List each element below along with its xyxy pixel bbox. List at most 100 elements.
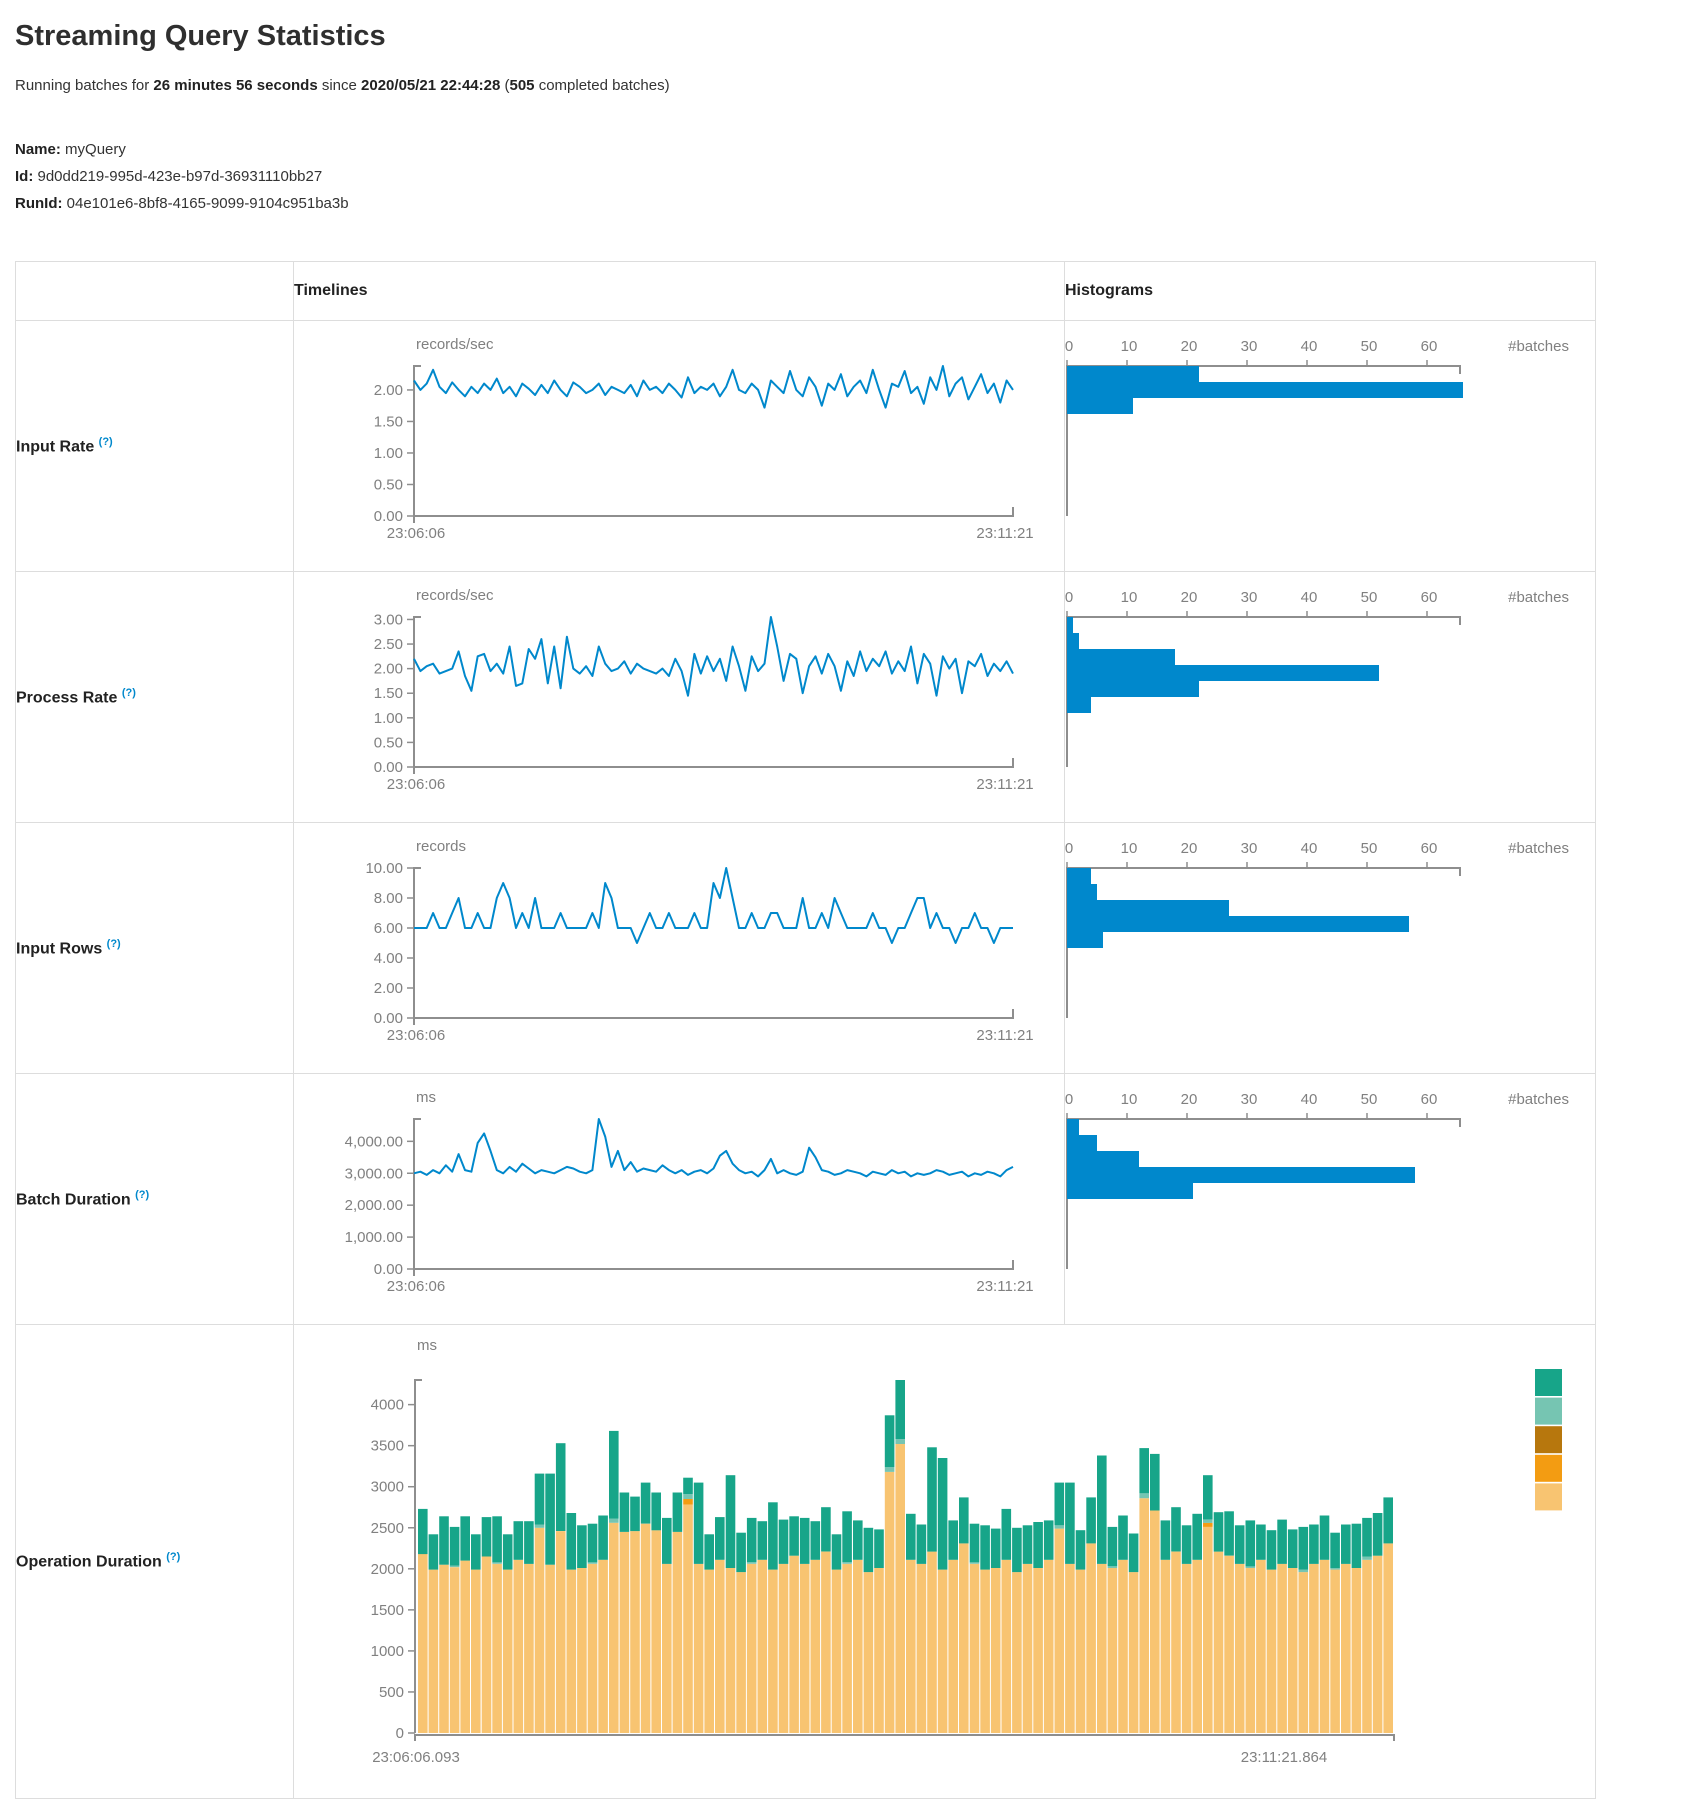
stacked-bar-segment [1373, 1556, 1383, 1733]
stacked-bar-segment [1362, 1518, 1372, 1557]
batches-axis-label: #batches [1508, 1091, 1569, 1108]
stacked-bar-segment [1139, 1493, 1149, 1498]
legend-swatch[interactable] [1535, 1398, 1562, 1425]
legend-swatch[interactable] [1535, 1369, 1562, 1396]
x-end-label: 23:11:21 [976, 1027, 1033, 1044]
stacked-bar-segment [715, 1560, 725, 1733]
stacked-bar-segment [1023, 1525, 1033, 1564]
stacked-bar-segment [1055, 1483, 1065, 1526]
help-icon[interactable]: (?) [107, 938, 121, 950]
y-axis [414, 868, 421, 1018]
stacked-bar-segment [1097, 1456, 1107, 1564]
stacked-bar-segment [492, 1516, 502, 1562]
stacked-bar-segment [651, 1530, 661, 1733]
header-timelines: Timelines [294, 262, 1065, 321]
row-label: Process Rate [16, 689, 117, 706]
stacked-bar-segment [545, 1565, 555, 1733]
stacked-bar-segment [1139, 1448, 1149, 1493]
help-icon[interactable]: (?) [99, 436, 113, 448]
stacked-bar-segment [1235, 1525, 1245, 1564]
stacked-bar-segment [1129, 1534, 1139, 1573]
y-tick-label: 1.00 [374, 445, 403, 462]
timeline-cell: records0.002.004.006.008.0010.0023:06:06… [294, 823, 1065, 1074]
stacked-bar-segment [1288, 1529, 1298, 1568]
stacked-bar-segment [885, 1472, 895, 1733]
stacked-bar-segment [524, 1521, 534, 1564]
help-icon[interactable]: (?) [135, 1189, 149, 1201]
stacked-bar-segment [482, 1517, 492, 1556]
histogram-bar [1067, 884, 1097, 900]
row-label-cell: Operation Duration (?) [16, 1325, 294, 1799]
stacked-bar-segment [588, 1524, 598, 1563]
stacked-bar-segment [1277, 1520, 1287, 1564]
stacked-bar-segment [556, 1531, 566, 1733]
stacked-bar-segment [673, 1493, 683, 1532]
stacked-bar-segment [1203, 1520, 1213, 1523]
help-icon[interactable]: (?) [166, 1551, 180, 1563]
stacked-bar-segment [811, 1521, 821, 1560]
stacked-bar-segment [1012, 1572, 1022, 1733]
help-icon[interactable]: (?) [122, 687, 136, 699]
stacked-bar-segment [429, 1534, 439, 1569]
timeline-line [414, 617, 1013, 696]
stacked-bar-segment [450, 1567, 460, 1733]
stacked-bar-segment [1277, 1564, 1287, 1733]
stacked-bar-segment [1341, 1564, 1351, 1733]
histogram-cell: 0102030405060#batches [1065, 823, 1596, 1074]
stacked-bar-segment [1330, 1570, 1340, 1733]
stacked-bar-segment [1256, 1560, 1266, 1733]
stacked-bar-segment [736, 1533, 746, 1572]
stacked-bar-segment [842, 1564, 852, 1733]
stacked-bar-segment [1373, 1513, 1383, 1556]
stacked-bar-segment [535, 1474, 545, 1525]
x-tick-label: 40 [1301, 1091, 1318, 1108]
histogram-chart: 0102030405060#batches [1065, 823, 1595, 1073]
legend-swatch[interactable] [1535, 1483, 1562, 1510]
legend-swatch[interactable] [1535, 1426, 1562, 1453]
stacked-bar-segment [1065, 1483, 1075, 1564]
y-tick-label: 0.00 [374, 759, 403, 776]
x-tick-label: 0 [1065, 589, 1073, 606]
legend-swatch[interactable] [1535, 1455, 1562, 1482]
stacked-bar-segment [1192, 1514, 1202, 1560]
stacked-bar-segment [1246, 1520, 1256, 1566]
x-tick-label: 60 [1421, 840, 1438, 857]
histogram-bar [1067, 665, 1379, 681]
stacked-bar-segment [885, 1415, 895, 1467]
stacked-bar-segment [832, 1534, 842, 1569]
stacked-bar-segment [959, 1497, 969, 1543]
x-start-label: 23:06:06 [387, 1278, 445, 1295]
stacked-bar-segment [1076, 1530, 1086, 1569]
query-id-value: 9d0dd219-995d-423e-b97d-36931110bb27 [38, 168, 323, 185]
histogram-chart: 0102030405060#batches [1065, 572, 1595, 822]
x-tick-label: 30 [1241, 1091, 1258, 1108]
stacked-bar-segment [482, 1557, 492, 1734]
stacked-bar-segment [1150, 1454, 1160, 1511]
stacked-bar-segment [1214, 1552, 1224, 1733]
stacked-bar-segment [1097, 1564, 1107, 1733]
summary-batch-count: 505 [510, 77, 535, 94]
stacked-bar-segment [1320, 1560, 1330, 1733]
y-tick-label: 0.00 [374, 1010, 403, 1027]
histogram-bar [1067, 900, 1229, 916]
y-tick-label: 3,000.00 [345, 1165, 403, 1182]
query-id-row: Id: 9d0dd219-995d-423e-b97d-36931110bb27 [15, 163, 1693, 190]
stacked-bar-segment [439, 1516, 449, 1564]
x-tick-label: 0 [1065, 840, 1073, 857]
y-tick-label: 4,000.00 [345, 1133, 403, 1150]
stacked-bar-segment [1309, 1525, 1319, 1564]
x-tick-label: 50 [1361, 589, 1378, 606]
stacked-bar-segment [959, 1543, 969, 1733]
y-tick-label: 1.50 [374, 413, 403, 430]
page: Streaming Query Statistics Running batch… [0, 0, 1693, 1799]
y-tick-label: 1000 [371, 1643, 404, 1660]
x-tick-label: 20 [1181, 589, 1198, 606]
stacked-bar-segment [1224, 1511, 1234, 1555]
stacked-bar-segment [1330, 1533, 1340, 1568]
stacked-bar-segment [853, 1520, 863, 1559]
y-axis [414, 1119, 421, 1269]
histogram-bar [1067, 382, 1463, 398]
stacked-bar-segment [906, 1560, 916, 1733]
stacked-bar-segment [715, 1517, 725, 1560]
y-tick-label: 1.50 [374, 685, 403, 702]
